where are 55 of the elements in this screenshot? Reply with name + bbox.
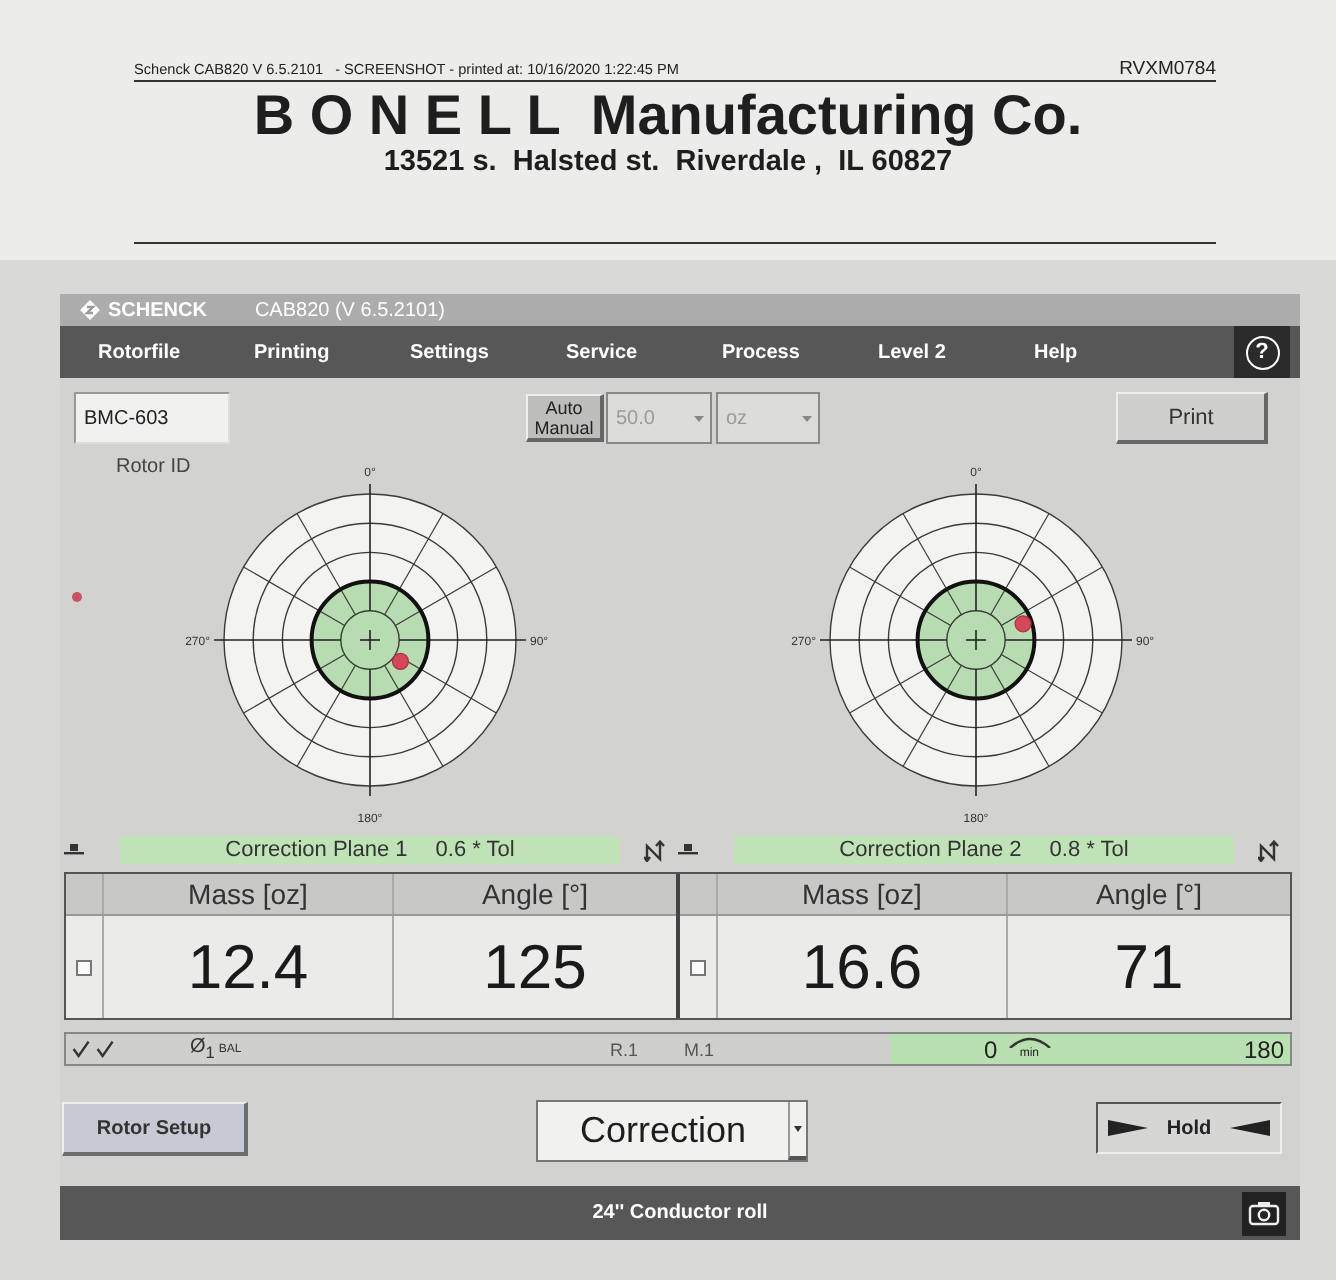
column-header: Mass [oz] (102, 874, 392, 914)
run-label: R.1 (609, 1039, 638, 1059)
rotor-setup-button[interactable]: Rotor Setup (62, 1102, 248, 1156)
menu-item[interactable]: Settings (406, 341, 562, 363)
mass-value: 16.6 (716, 916, 1006, 1018)
column-header: Angle [°] (1006, 874, 1290, 914)
camera-icon[interactable] (1242, 1191, 1286, 1235)
caret-icon (802, 415, 812, 421)
status-dot-icon (72, 592, 82, 602)
unbalance-marker-icon (1014, 615, 1032, 633)
zigzag-arrow-icon (1258, 839, 1282, 861)
mode-label: M.1 (684, 1039, 715, 1059)
column-header: Mass [oz] (716, 874, 1006, 914)
rotor-id-label: Rotor ID (116, 456, 191, 480)
hold-button[interactable]: Hold (1096, 1102, 1282, 1154)
unbalance-marker-icon (391, 652, 410, 670)
balance-symbol: Ø$_{1}$ (190, 1036, 215, 1062)
speed-max-value: 180 (1243, 1035, 1284, 1063)
plane-title: Correction Plane 2 (839, 838, 1022, 862)
plane-title: Correction Plane 1 (225, 838, 408, 862)
caret-icon (694, 415, 704, 421)
triangle-right-icon (1108, 1120, 1148, 1136)
mode-dropdown[interactable]: Correction (536, 1100, 808, 1162)
checkbox[interactable] (690, 959, 706, 975)
mass-value: 12.4 (102, 916, 392, 1018)
help-button[interactable]: ? (1234, 326, 1290, 378)
menu-item[interactable]: Level 2 (874, 341, 1030, 363)
arc-icon (1007, 1036, 1052, 1048)
rotor-name: 24'' Conductor roll (592, 1202, 768, 1224)
tick-icon (96, 1040, 114, 1058)
zigzag-arrow-icon (644, 839, 668, 861)
rotor-id-field[interactable]: BMC-603 (74, 392, 230, 444)
print-button[interactable]: Print (1116, 392, 1268, 444)
caret-icon (794, 1126, 802, 1132)
angle-value: 71 (1006, 916, 1290, 1018)
checkbox[interactable] (76, 959, 92, 975)
menu-item[interactable]: Printing (250, 341, 406, 363)
company-address: 13521 s. Halsted st. Riverdale , IL 60827 (381, 146, 955, 180)
triangle-left-icon (1230, 1120, 1270, 1136)
weight-block-icon (678, 844, 698, 856)
tolerance-text: 0.6 * Tol (435, 838, 515, 862)
tolerance-text: 0.8 * Tol (1049, 838, 1129, 862)
weight-block-icon (64, 844, 84, 856)
menu-item[interactable]: Rotorfile (94, 341, 250, 363)
tick-icon (72, 1040, 90, 1058)
speed-min-value: 0 (984, 1035, 998, 1063)
menu-item[interactable]: Help (1030, 341, 1186, 363)
company-name: B O N E L L Manufacturing Co. (251, 84, 1085, 146)
auto-manual-button[interactable]: Auto Manual (526, 394, 604, 442)
menu-item[interactable]: Process (718, 341, 874, 363)
menu-item[interactable]: Service (562, 341, 718, 363)
window-title: CAB820 (V 6.5.2101) (254, 299, 446, 321)
document-code: RVXM0784 (1119, 58, 1216, 80)
logo-icon (80, 300, 100, 320)
brand-name: SCHENCK (108, 299, 207, 321)
